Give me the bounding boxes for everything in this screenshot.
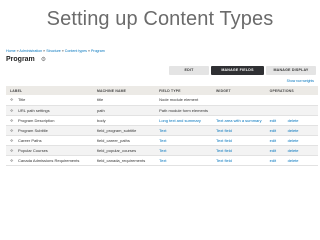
show-row-weights-link[interactable]: Show row weights	[287, 79, 314, 83]
operations-cell: edit delete	[265, 145, 318, 156]
machine-name-cell: field_career_paths	[92, 135, 156, 146]
tab-manage-display[interactable]: MANAGE DISPLAY	[266, 66, 316, 75]
fields-table: LABEL MACHINE NAME FIELD TYPE WIDGET OPE…	[6, 86, 318, 166]
header-machine-name[interactable]: MACHINE NAME	[92, 86, 156, 95]
label-cell: ✥ Popular Courses	[6, 145, 93, 156]
drag-handle-icon[interactable]: ✥	[10, 128, 14, 133]
field-label: Title	[18, 97, 26, 103]
edit-link[interactable]: edit	[270, 138, 288, 143]
table-row: ✥ Popular Courses field_popular_courses Tex…	[6, 145, 318, 156]
machine-name-cell: path	[92, 105, 156, 116]
label-cell: ✥ Program Subtitle	[6, 125, 93, 136]
tab-edit[interactable]: EDIT	[169, 66, 209, 75]
table-row: ✥ Title title Node module element	[6, 95, 318, 106]
field-type-cell[interactable]: Text	[155, 125, 213, 136]
field-label: Program Subtitle	[18, 127, 48, 133]
edit-link[interactable]: edit	[270, 148, 288, 153]
edit-link[interactable]: edit	[270, 158, 288, 163]
table-row: ✥ Canada Admissions Requirements field_can…	[6, 155, 318, 166]
field-type-cell: Path module form elements	[155, 105, 213, 116]
gear-icon[interactable]: ⚙	[41, 57, 47, 63]
page-title: Program	[6, 56, 35, 63]
tab-manage-fields[interactable]: MANAGE FIELDS	[211, 66, 264, 75]
breadcrumb: Home » Administration » Structure » Cont…	[6, 49, 105, 53]
widget-cell[interactable]: Text field	[212, 155, 266, 166]
field-label: Program Description	[18, 117, 55, 123]
field-label: Popular Courses	[18, 147, 48, 153]
table-row: ✥ Program Subtitle field_program_subtitle T…	[6, 125, 318, 136]
label-cell: ✥ Career Paths	[6, 135, 93, 146]
field-label: Career Paths	[18, 137, 42, 143]
field-type-cell[interactable]: Long text and summary	[155, 115, 213, 126]
machine-name-cell: field_popular_courses	[92, 145, 156, 156]
table-row: ✥ Career Paths field_career_paths Text Text …	[6, 135, 318, 146]
widget-cell[interactable]: Text field	[212, 135, 266, 146]
widget-cell	[212, 95, 266, 106]
widget-cell[interactable]: Text field	[212, 125, 266, 136]
label-cell: ✥ Title	[6, 95, 93, 106]
operations-cell: edit delete	[265, 125, 318, 136]
drag-handle-icon[interactable]: ✥	[10, 118, 14, 123]
field-type-cell: Node module element	[155, 95, 213, 106]
drag-handle-icon[interactable]: ✥	[10, 108, 14, 113]
label-cell: ✥ Program Description	[6, 115, 93, 126]
header-label[interactable]: LABEL	[6, 86, 93, 95]
field-label: Canada Admissions Requirements	[18, 157, 80, 163]
breadcrumb-link[interactable]: Administration	[19, 49, 42, 53]
header-field-type[interactable]: FIELD TYPE	[155, 86, 213, 95]
edit-link[interactable]: edit	[270, 118, 288, 123]
drag-handle-icon[interactable]: ✥	[10, 148, 14, 153]
drupal-screen: Home » Administration » Structure » Cont…	[2, 46, 318, 222]
delete-link[interactable]: delete	[288, 128, 306, 133]
table-row: ✥ URL path settings path Path module form e…	[6, 105, 318, 116]
label-cell: ✥ Canada Admissions Requirements	[6, 155, 93, 166]
widget-cell[interactable]: Text area with a summary	[212, 115, 266, 126]
field-type-cell[interactable]: Text	[155, 135, 213, 146]
label-cell: ✥ URL path settings	[6, 105, 93, 116]
delete-link[interactable]: delete	[288, 138, 306, 143]
breadcrumb-link[interactable]: Home	[6, 49, 16, 53]
delete-link[interactable]: delete	[288, 158, 306, 163]
operations-cell: edit delete	[265, 135, 318, 146]
drag-handle-icon[interactable]: ✥	[10, 97, 14, 102]
drag-handle-icon[interactable]: ✥	[10, 138, 14, 143]
machine-name-cell: field_canada_requirements	[92, 155, 156, 166]
breadcrumb-link[interactable]: Content types	[65, 49, 87, 53]
drag-handle-icon[interactable]: ✥	[10, 158, 14, 163]
tab-bar: EDIT MANAGE FIELDS MANAGE DISPLAY	[169, 66, 316, 75]
edit-link[interactable]: edit	[270, 128, 288, 133]
widget-cell[interactable]: Text field	[212, 145, 266, 156]
table-header-row: LABEL MACHINE NAME FIELD TYPE WIDGET OPE…	[6, 86, 318, 95]
header-operations: OPERATIONS	[265, 86, 318, 95]
operations-cell: edit delete	[265, 115, 318, 126]
delete-link[interactable]: delete	[288, 118, 306, 123]
operations-cell: edit delete	[265, 155, 318, 166]
header-widget[interactable]: WIDGET	[212, 86, 266, 95]
table-row: ✥ Program Description body Long text and su…	[6, 115, 318, 126]
widget-cell	[212, 105, 266, 116]
field-label: URL path settings	[18, 107, 50, 113]
page-header: Program ⚙	[6, 56, 47, 63]
machine-name-cell: body	[92, 115, 156, 126]
field-type-cell[interactable]: Text	[155, 145, 213, 156]
delete-link[interactable]: delete	[288, 148, 306, 153]
breadcrumb-link[interactable]: Structure	[46, 49, 61, 53]
machine-name-cell: field_program_subtitle	[92, 125, 156, 136]
operations-cell	[265, 105, 318, 116]
breadcrumb-link[interactable]: Program	[91, 49, 105, 53]
field-type-cell[interactable]: Text	[155, 155, 213, 166]
machine-name-cell: title	[92, 95, 156, 106]
operations-cell	[265, 95, 318, 106]
slide-title: Setting up Content Types	[46, 8, 274, 30]
